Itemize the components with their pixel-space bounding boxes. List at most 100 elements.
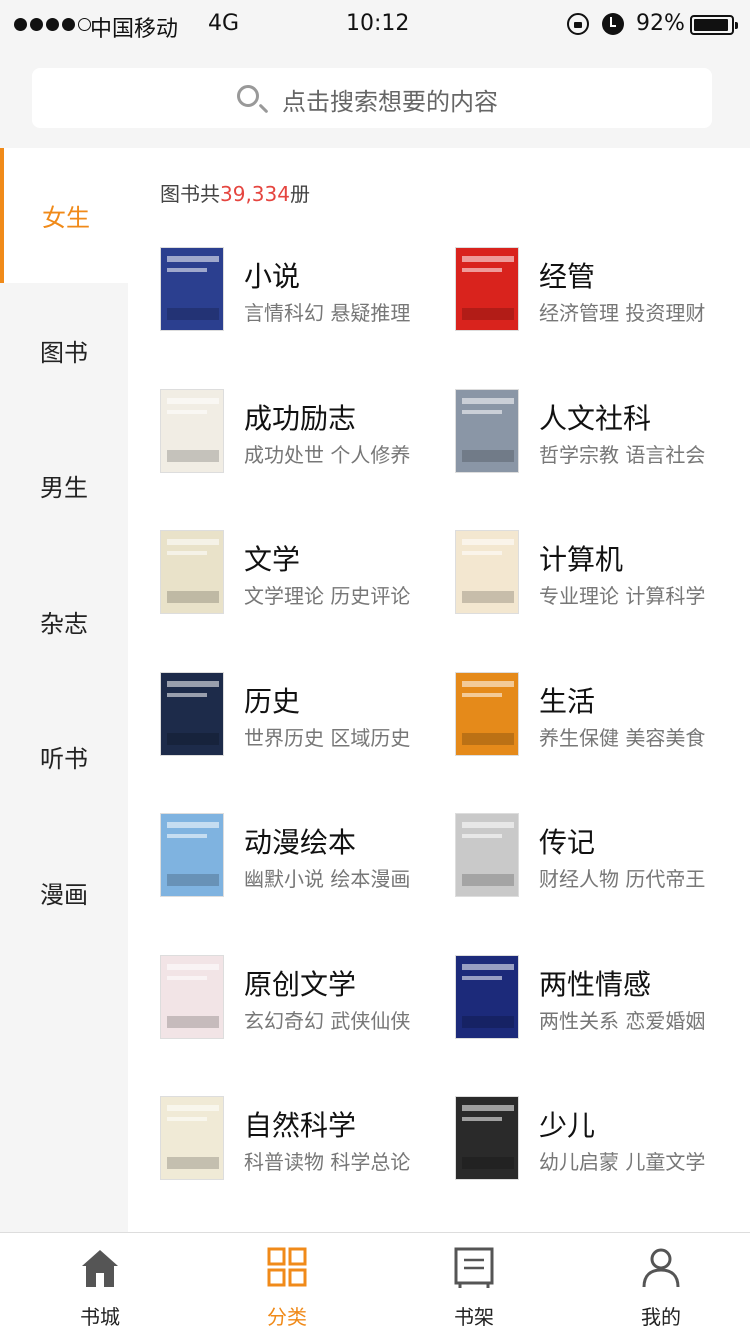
category-title: 计算机: [539, 543, 624, 576]
category-item[interactable]: 计算机专业理论 计算科学: [455, 530, 750, 620]
book-count-prefix: 图书共: [160, 182, 220, 206]
cover-decoration: [167, 874, 219, 886]
cover-decoration: [462, 1157, 514, 1169]
category-item[interactable]: 成功励志 成功处世 个人修养: [160, 389, 455, 479]
category-subtitle: 专业理论 计算科学: [539, 584, 706, 608]
cover-decoration: [462, 693, 502, 697]
book-cover-image: [160, 247, 224, 331]
category-title: 文学: [244, 543, 301, 576]
category-item[interactable]: 少儿 幼儿启蒙 儿童文学: [455, 1096, 750, 1186]
cover-decoration: [462, 539, 514, 545]
category-subtitle: 财经人物 历代帝王: [539, 867, 706, 891]
category-title: 经管: [539, 260, 596, 293]
profile-icon: [642, 1248, 680, 1288]
home-icon: [82, 1250, 118, 1287]
category-item[interactable]: 历史 世界历史 区域历史: [160, 672, 455, 762]
book-cover-image: [455, 955, 519, 1039]
cover-decoration: [167, 964, 219, 970]
tab-label: 书架: [454, 1305, 494, 1329]
cover-decoration: [462, 976, 502, 980]
signal-strength-icon: [14, 18, 91, 31]
category-title: 原创文学: [244, 968, 357, 1001]
tab-bookshelf[interactable]: 书架: [404, 1233, 544, 1335]
category-item[interactable]: 人文社科哲学宗教 语言社会: [455, 389, 750, 479]
category-title: 小说: [244, 260, 301, 293]
tab-categories[interactable]: 分类: [217, 1233, 357, 1335]
cover-decoration: [462, 733, 514, 745]
cover-decoration: [462, 591, 514, 603]
book-cover-image: [455, 247, 519, 331]
cover-decoration: [462, 1117, 502, 1121]
category-title: 历史: [244, 685, 301, 718]
cover-decoration: [462, 822, 514, 828]
book-cover-image: [160, 389, 224, 473]
category-title: 生活: [539, 685, 596, 718]
book-cover-image: [160, 1096, 224, 1180]
cover-decoration: [167, 308, 219, 320]
bookshelf-icon: [454, 1247, 494, 1288]
search-input[interactable]: 点击搜索想要的内容: [32, 68, 712, 128]
sidebar-item-books[interactable]: 图书: [0, 283, 128, 418]
sidebar-item-audiobooks[interactable]: 听书: [0, 689, 128, 824]
search-placeholder: 点击搜索想要的内容: [282, 88, 498, 116]
category-item[interactable]: 自然科学科普读物 科学总论: [160, 1096, 455, 1186]
grid-icon: [267, 1247, 307, 1287]
book-count-number: 39,334: [220, 182, 290, 206]
search-icon: [237, 85, 259, 107]
category-subtitle: 科普读物 科学总论: [244, 1150, 411, 1174]
category-item[interactable]: 两性情感两性关系 恋爱婚姻: [455, 955, 750, 1045]
category-subtitle: 幽默小说 绘本漫画: [244, 867, 411, 891]
cover-decoration: [167, 256, 219, 262]
category-title: 成功励志: [244, 402, 357, 435]
category-title: 人文社科: [539, 402, 652, 435]
cover-decoration: [462, 1105, 514, 1111]
sidebar-item-comics[interactable]: 漫画: [0, 825, 128, 960]
cover-decoration: [462, 874, 514, 886]
cover-decoration: [167, 1105, 219, 1111]
category-title: 自然科学: [244, 1109, 357, 1142]
category-item[interactable]: 传记财经人物 历代帝王: [455, 813, 750, 903]
cover-decoration: [462, 256, 514, 262]
category-title: 两性情感: [539, 968, 652, 1001]
cover-decoration: [462, 268, 502, 272]
category-item[interactable]: 小说 言情科幻 悬疑推理: [160, 247, 455, 337]
battery-icon: [690, 15, 738, 35]
tab-label: 我的: [641, 1305, 681, 1329]
tab-profile[interactable]: 我的: [591, 1233, 731, 1335]
category-item[interactable]: 文学 文学理论 历史评论: [160, 530, 455, 620]
book-cover-image: [455, 1096, 519, 1180]
carrier-name: 中国移动: [90, 17, 179, 42]
sidebar-item-magazines[interactable]: 杂志: [0, 554, 128, 689]
sidebar-item-female[interactable]: 女生: [0, 148, 128, 283]
cover-decoration: [167, 834, 207, 838]
cover-decoration: [462, 450, 514, 462]
book-cover-image: [160, 813, 224, 897]
book-cover-image: [455, 530, 519, 614]
cover-decoration: [167, 1016, 219, 1028]
category-item[interactable]: 经管经济管理 投资理财: [455, 247, 750, 337]
category-subtitle: 经济管理 投资理财: [539, 301, 706, 325]
category-item[interactable]: 原创文学 玄幻奇幻 武侠仙侠: [160, 955, 455, 1045]
cover-decoration: [167, 693, 207, 697]
book-cover-image: [455, 389, 519, 473]
search-area: 点击搜索想要的内容: [0, 50, 750, 148]
cover-decoration: [167, 539, 219, 545]
cover-decoration: [167, 551, 207, 555]
category-item[interactable]: 动漫绘本 幽默小说 绘本漫画: [160, 813, 455, 903]
category-subtitle: 两性关系 恋爱婚姻: [539, 1009, 706, 1033]
cover-decoration: [167, 681, 219, 687]
book-cover-image: [455, 672, 519, 756]
category-subtitle: 哲学宗教 语言社会: [539, 443, 706, 467]
cover-decoration: [167, 268, 207, 272]
tab-label: 分类: [267, 1305, 307, 1329]
cover-decoration: [462, 308, 514, 320]
battery-percentage: 92%: [636, 11, 685, 36]
tab-bookstore[interactable]: 书城: [30, 1233, 170, 1335]
category-title: 传记: [539, 826, 596, 859]
cover-decoration: [167, 398, 219, 404]
category-item[interactable]: 生活 养生保健 美容美食: [455, 672, 750, 762]
cover-decoration: [167, 410, 207, 414]
sidebar-item-male[interactable]: 男生: [0, 418, 128, 553]
cover-decoration: [462, 834, 502, 838]
book-cover-image: [160, 530, 224, 614]
